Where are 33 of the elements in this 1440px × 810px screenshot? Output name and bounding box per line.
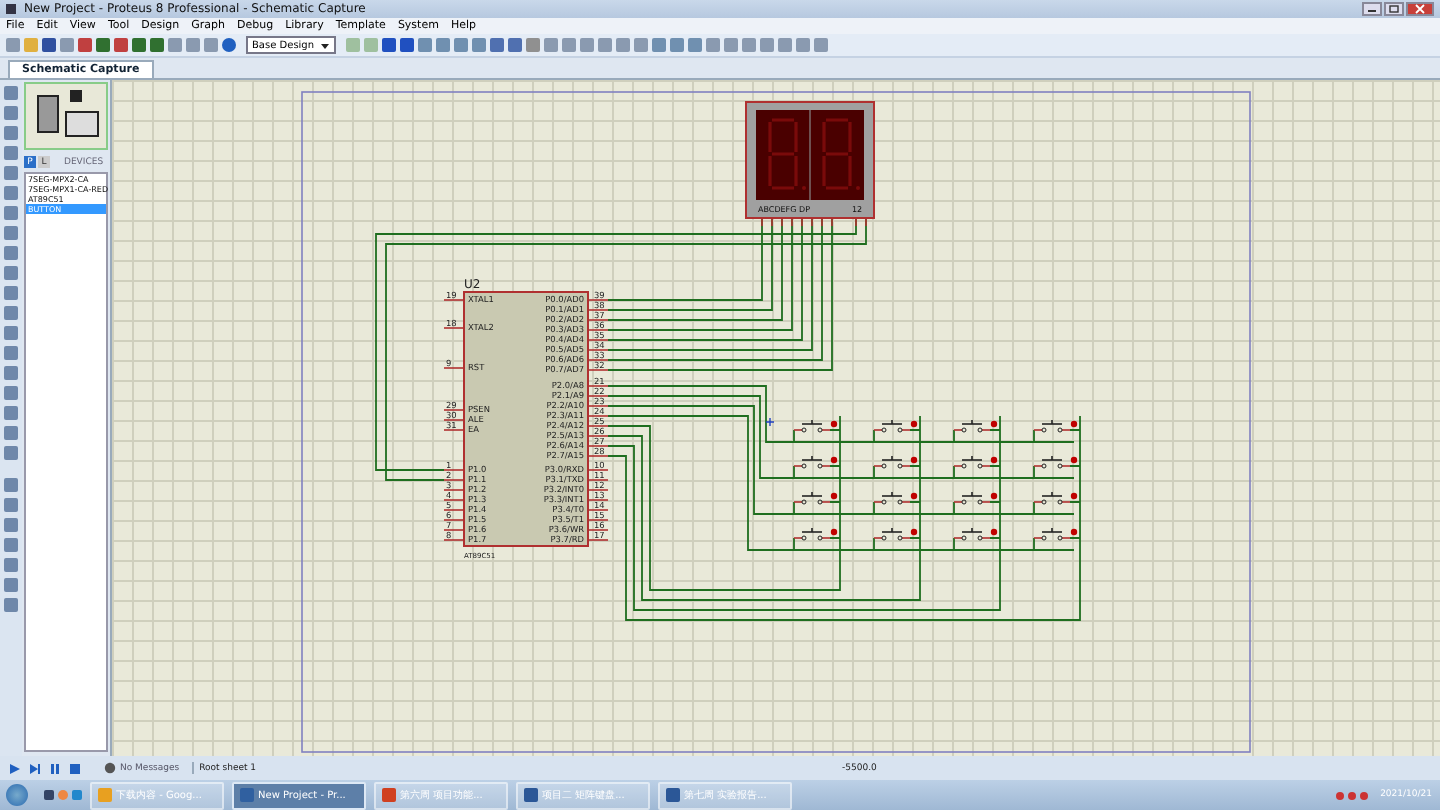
minimize-button[interactable] xyxy=(1362,2,1382,16)
push-button-switch[interactable] xyxy=(793,455,838,469)
app-icon xyxy=(6,4,16,14)
push-button-switch[interactable] xyxy=(1033,491,1078,505)
push-button-switch[interactable] xyxy=(953,491,998,505)
push-button-switch[interactable] xyxy=(793,419,838,433)
info-icon xyxy=(104,762,116,774)
push-button-switch[interactable] xyxy=(793,491,838,505)
push-button-switch[interactable] xyxy=(953,419,998,433)
push-button-switch[interactable] xyxy=(1033,419,1078,433)
seven-segment-display xyxy=(745,101,875,227)
restore-button[interactable] xyxy=(1384,2,1404,16)
push-button-switch[interactable] xyxy=(873,455,918,469)
start-button[interactable] xyxy=(6,784,28,806)
step-icon[interactable] xyxy=(28,761,42,775)
caret-icon xyxy=(320,41,331,49)
push-button-switch[interactable] xyxy=(953,527,998,541)
restore-icon xyxy=(1386,4,1402,14)
pause-icon[interactable] xyxy=(48,761,62,775)
close-icon xyxy=(1412,4,1428,14)
push-button-switch[interactable] xyxy=(953,455,998,469)
stop-icon[interactable] xyxy=(68,761,82,775)
play-icon[interactable] xyxy=(8,761,22,775)
push-button-switch[interactable] xyxy=(873,527,918,541)
push-button-switch[interactable] xyxy=(873,491,918,505)
close-button[interactable] xyxy=(1406,2,1434,16)
help-icon[interactable] xyxy=(222,38,236,52)
minimize-icon xyxy=(1364,4,1380,14)
push-button-switch[interactable] xyxy=(1033,527,1078,541)
push-button-switch[interactable] xyxy=(873,419,918,433)
cursor-icon xyxy=(765,417,775,427)
push-button-switch[interactable] xyxy=(793,527,838,541)
push-button-switch[interactable] xyxy=(1033,455,1078,469)
